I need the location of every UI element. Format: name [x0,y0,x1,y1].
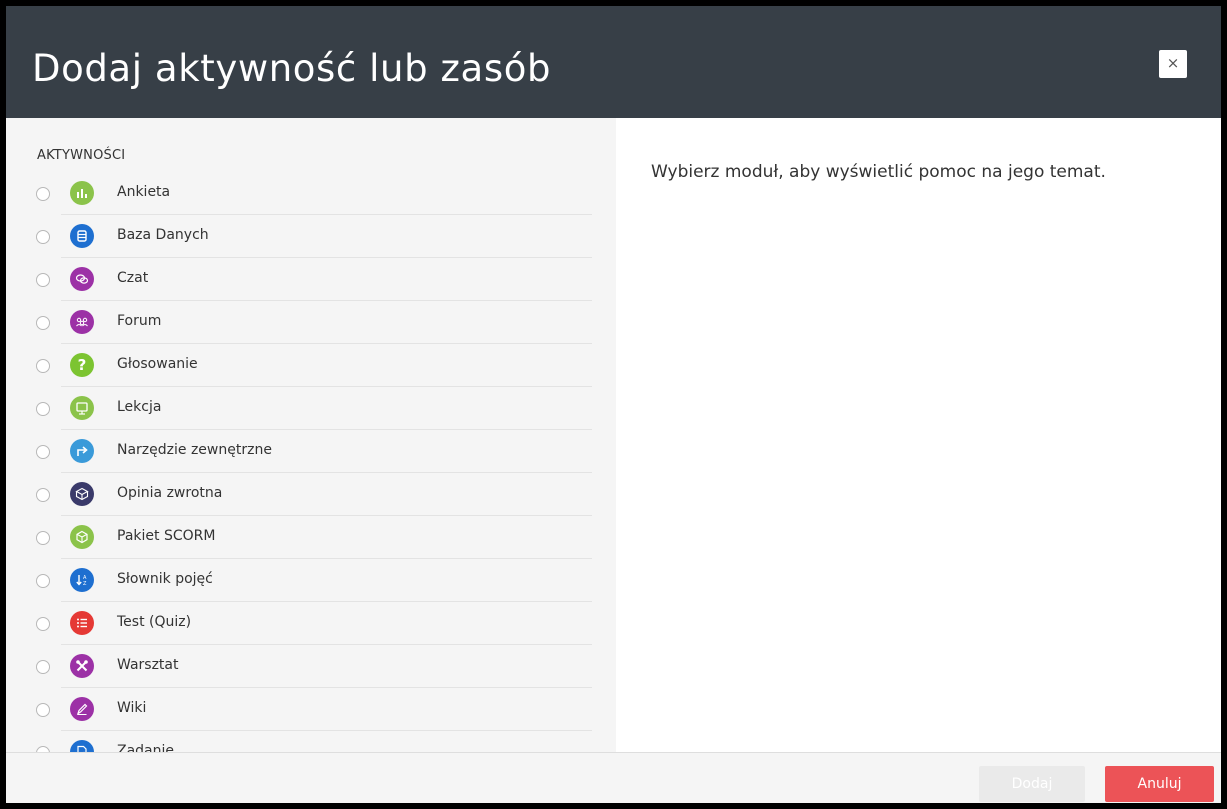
activity-label: Głosowanie [117,356,198,372]
wiki-icon [70,697,94,721]
activity-radio[interactable] [36,402,50,416]
activity-item[interactable]: Zadanie [6,731,616,752]
activity-item[interactable]: Ankieta [6,172,616,215]
activity-label: Wiki [117,700,147,716]
question-icon: ? [70,353,94,377]
add-activity-dialog: Dodaj aktywność lub zasób × AKTYWNOŚCI A… [6,6,1221,803]
activity-radio[interactable] [36,187,50,201]
glossary-icon: AZ [70,568,94,592]
activity-label: Lekcja [117,399,162,415]
activity-label: Słownik pojęć [117,571,213,587]
activity-radio[interactable] [36,617,50,631]
module-chooser-panel: AKTYWNOŚCI Ankieta Baza Danych Czat Forum? G… [6,118,616,752]
activity-label: Baza Danych [117,227,209,243]
feedback-icon [70,482,94,506]
activity-radio[interactable] [36,531,50,545]
activity-label: Ankieta [117,184,171,200]
dialog-header: Dodaj aktywność lub zasób × [6,6,1221,118]
forum-icon [70,310,94,334]
activity-radio[interactable] [36,230,50,244]
assignment-icon [70,740,94,752]
activity-label: Narzędzie zewnętrzne [117,442,272,458]
activity-label: Czat [117,270,149,286]
database-icon [70,224,94,248]
activity-radio[interactable] [36,488,50,502]
cancel-button[interactable]: Anuluj [1105,766,1214,802]
workshop-icon [70,654,94,678]
activity-label: Pakiet SCORM [117,528,216,544]
activity-item[interactable]: Wiki [6,688,616,731]
activity-item[interactable]: Warsztat [6,645,616,688]
activity-radio[interactable] [36,660,50,674]
activity-item[interactable]: Test (Quiz) [6,602,616,645]
activity-label: Warsztat [117,657,179,673]
close-icon: × [1166,54,1180,72]
activity-radio[interactable] [36,273,50,287]
activity-radio[interactable] [36,359,50,373]
activity-item[interactable]: Opinia zwrotna [6,473,616,516]
add-button[interactable]: Dodaj [979,766,1085,802]
scorm-icon [70,525,94,549]
activity-label: Zadanie [117,743,175,752]
dialog-title: Dodaj aktywność lub zasób [32,47,552,90]
activity-radio[interactable] [36,574,50,588]
dialog-footer: Dodaj Anuluj [6,752,1221,803]
chat-icon [70,267,94,291]
activity-item[interactable]: Narzędzie zewnętrzne [6,430,616,473]
activity-label: Opinia zwrotna [117,485,223,501]
help-panel: Wybierz moduł, aby wyświetlić pomoc na j… [616,118,1221,752]
lesson-icon [70,396,94,420]
activity-list: Ankieta Baza Danych Czat Forum? Głosowanie Le… [6,172,616,752]
activity-item[interactable]: Czat [6,258,616,301]
activity-item[interactable]: A Z Słownik pojęć [6,559,616,602]
activity-radio[interactable] [36,703,50,717]
close-button[interactable]: × [1159,50,1187,78]
activity-item[interactable]: Lekcja [6,387,616,430]
activity-label: Test (Quiz) [117,614,192,630]
activity-item[interactable]: Baza Danych [6,215,616,258]
activity-radio[interactable] [36,445,50,459]
activity-radio[interactable] [36,316,50,330]
activity-label: Forum [117,313,162,329]
activity-item[interactable]: ? Głosowanie [6,344,616,387]
section-label-activities: AKTYWNOŚCI [37,148,126,163]
svg-text:Z: Z [83,581,87,587]
activity-item[interactable]: Forum [6,301,616,344]
activity-item[interactable]: Pakiet SCORM [6,516,616,559]
survey-icon [70,181,94,205]
quiz-icon [70,611,94,635]
help-text: Wybierz moduł, aby wyświetlić pomoc na j… [651,162,1106,182]
external-tool-icon [70,439,94,463]
